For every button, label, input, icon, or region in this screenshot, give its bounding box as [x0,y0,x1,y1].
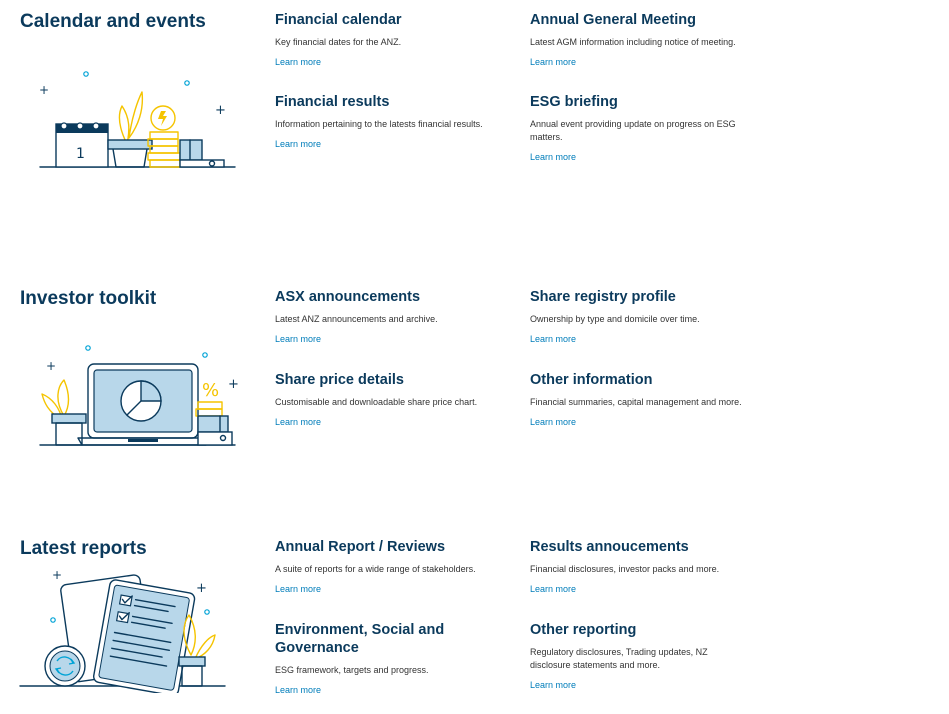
card-title: Other information [530,372,653,388]
card-title: Results annoucements [530,539,689,555]
svg-text:+: + [39,83,49,97]
card-description: Ownership by type and domicile over time… [530,314,700,324]
card-title: ASX announcements [275,289,421,305]
learn-more-link[interactable]: Learn more [275,416,321,428]
section-title: Calendar and events [20,11,206,32]
card-share-registry-profile: Share registry profile Ownership by type… [530,288,770,347]
svg-text:+: + [215,103,226,118]
card-description: Financial summaries, capital management … [530,397,742,407]
learn-more-link[interactable]: Learn more [275,138,321,150]
card-title: Annual Report / Reviews [275,539,446,555]
card-other-reporting: Other reporting Regulatory disclosures, … [530,621,740,693]
calendar-day-label: 1 [76,146,85,162]
card-description: Latest ANZ announcements and archive. [275,314,438,324]
card-description: Regulatory disclosures, Trading updates,… [530,647,708,670]
card-asx-announcements: ASX announcements Latest ANZ announcemen… [275,288,515,347]
learn-more-link[interactable]: Learn more [275,583,321,595]
card-results-annoucements: Results annoucements Financial disclosur… [530,538,770,597]
card-description: Annual event providing update on progres… [530,119,736,142]
learn-more-link[interactable]: Learn more [275,333,321,345]
learn-more-link[interactable]: Learn more [530,151,576,163]
card-description: Key financial dates for the ANZ. [275,37,402,47]
card-title: Annual General Meeting [530,12,696,28]
card-annual-report-reviews: Annual Report / Reviews A suite of repor… [275,538,515,597]
card-description: Financial disclosures, investor packs an… [530,564,720,574]
learn-more-link[interactable]: Learn more [530,679,576,691]
svg-text:+: + [52,568,62,582]
learn-more-link[interactable]: Learn more [275,56,321,68]
card-environment-social-governance: Environment, Social and Governance ESG f… [275,621,475,698]
card-title: Environment, Social and Governance [275,622,445,656]
card-title: ESG briefing [530,94,618,110]
card-description: Customisable and downloadable share pric… [275,397,478,407]
section-title: Investor toolkit [20,288,157,309]
calendar-coins-illustration: + + 1 [39,71,236,168]
section-latest-reports: Latest reports + + Annual Report / Revie… [0,538,949,714]
section-investor-toolkit: Investor toolkit + + % ASX announcements… [0,288,949,488]
section-title: Latest reports [20,538,147,559]
card-financial-calendar: Financial calendar Key financial dates f… [275,11,515,70]
learn-more-link[interactable]: Learn more [275,684,321,696]
learn-more-link[interactable]: Learn more [530,56,576,68]
card-title: Share price details [275,372,404,388]
card-other-information: Other information Financial summaries, c… [530,371,770,430]
card-description: Information pertaining to the latests fi… [275,119,483,129]
svg-text:+: + [228,377,239,392]
learn-more-link[interactable]: Learn more [530,583,576,595]
card-title: Other reporting [530,622,637,638]
card-description: Latest AGM information including notice … [530,37,736,47]
card-financial-results: Financial results Information pertaining… [275,93,515,152]
learn-more-link[interactable]: Learn more [530,333,576,345]
card-description: ESG framework, targets and progress. [275,665,429,675]
learn-more-link[interactable]: Learn more [530,416,576,428]
percent-symbol: % [202,380,219,401]
card-title: Share registry profile [530,289,676,305]
card-title: Financial calendar [275,12,402,28]
laptop-pie-chart-illustration: + + % [39,345,239,446]
card-annual-general-meeting: Annual General Meeting Latest AGM inform… [530,11,770,70]
card-esg-briefing: ESG briefing Annual event providing upda… [530,93,765,165]
svg-text:+: + [196,581,207,596]
svg-text:+: + [46,359,56,373]
section-calendar-and-events: Calendar and events + + 1 Financial cale… [0,11,949,211]
card-description: A suite of reports for a wide range of s… [275,564,476,574]
reports-checklist-illustration: + + [19,568,226,693]
card-title: Financial results [275,94,390,110]
card-share-price-details: Share price details Customisable and dow… [275,371,515,430]
